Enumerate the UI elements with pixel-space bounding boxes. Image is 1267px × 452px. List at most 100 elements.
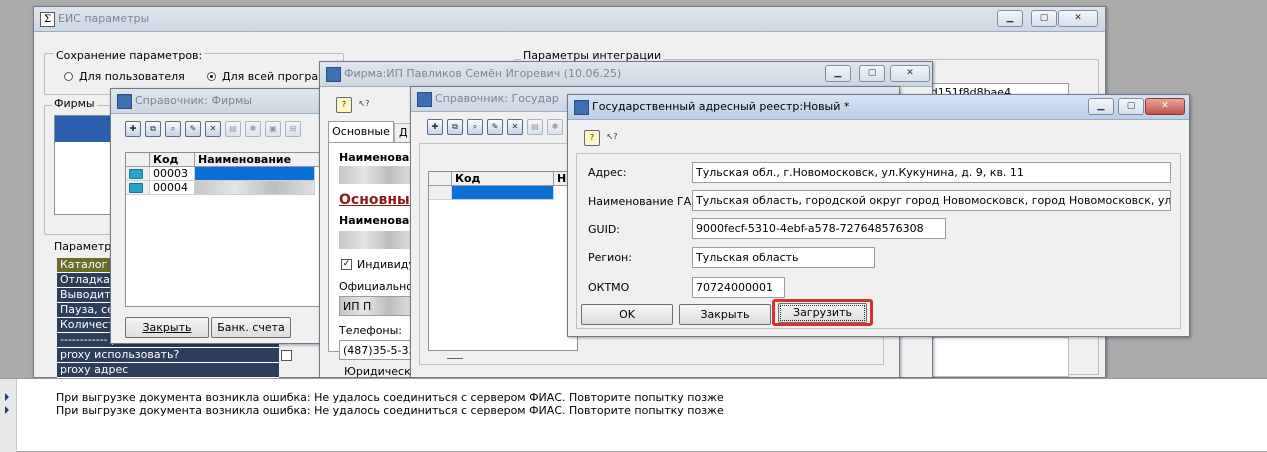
edit-icon[interactable]: ✎ [487,119,503,135]
minimize-icon[interactable]: ▁ [997,10,1023,27]
settings-icon[interactable]: ✱ [547,119,563,135]
filter-icon[interactable]: ▤ [527,119,543,135]
radio-for-user[interactable]: Для пользователя [64,70,185,83]
address-label: Адрес: [588,166,627,179]
official-field[interactable]: ИП П [339,296,414,316]
firms-ref-toolbar: ✚ ⧉ ⌕ ✎ ✕ ▤ ✱ ▣ ⊞ [125,121,301,137]
params-row[interactable]: proxy адрес [57,363,279,378]
guid-field[interactable]: 9000fecf-5310-4ebf-a578-727648576308 [692,218,946,239]
gov-ref-toolbar: ✚ ⧉ ⌕ ✎ ✕ ▤ ✱ [427,119,563,135]
firm-name-cell[interactable] [195,167,315,181]
folder-icon [129,183,143,193]
tab-main-label: Основные [332,125,390,138]
maximize-icon[interactable]: ▢ [1118,98,1144,115]
log-line[interactable]: При выгрузке документа возникла ошибка: … [56,404,724,417]
settings-icon[interactable]: ✱ [245,121,261,137]
col-code-header[interactable]: Код [150,153,195,167]
log-panel: При выгрузке документа возникла ошибка: … [0,378,1267,452]
individual-label: Индивиду [357,258,415,271]
phones-field[interactable]: (487)35-5-33-3 [339,340,414,360]
sigma-app-icon: Σ [40,12,55,27]
bank-accounts-button[interactable]: Банк. счета [211,317,291,338]
new-record-icon[interactable]: ✚ [427,119,443,135]
close-button[interactable]: Закрыть [679,304,771,325]
firms-list[interactable] [54,115,114,215]
name-field-2[interactable] [339,231,414,249]
whats-this-icon[interactable]: ↖? [356,97,372,113]
minimize-icon[interactable]: ▁ [825,65,851,82]
close-icon[interactable]: ✕ [1058,10,1098,27]
log-row-arrow-icon [5,406,9,414]
gov-code-cell[interactable] [452,186,554,200]
gar-form-toolbar: ? ↖? [584,130,620,146]
individual-checkbox[interactable]: ✓ [341,259,352,270]
bank-accounts-label: Банк. счета [217,321,285,334]
firms-selected-row[interactable] [55,116,113,142]
name-field[interactable] [339,166,414,184]
firm-code-cell[interactable]: 00003 [150,167,195,181]
delete-icon[interactable]: ✕ [205,121,221,137]
help-icon[interactable]: ? [336,97,352,113]
new-record-icon[interactable]: ✚ [125,121,141,137]
eis-params-titlebar[interactable]: Σ ЕИС параметры ▁ ▢ ✕ [34,7,1105,32]
close-button-label: Закрыть [142,321,192,334]
radio-for-all[interactable]: Для всей програм [207,70,326,83]
gov-scroll-dash [447,358,463,359]
log-row-arrow-icon [5,393,9,401]
delete-icon[interactable]: ✕ [507,119,523,135]
maximize-icon[interactable]: ▢ [1031,10,1057,27]
proxy-use-checkbox[interactable] [281,350,292,361]
group-icon[interactable]: ⊞ [285,121,301,137]
log-line[interactable]: При выгрузке документа возникла ошибка: … [56,391,724,404]
region-label: Регион: [588,251,632,264]
name-label: Наименован [339,151,417,164]
gov-ref-title: Справочник: Государ [435,92,559,105]
firms-ref-title: Справочник: Фирмы [135,94,253,107]
oktmo-field[interactable]: 70724000001 [692,277,785,298]
close-icon[interactable]: ✕ [1145,98,1185,115]
firms-label: Фирмы [52,97,97,110]
guid-label: GUID: [588,223,620,236]
firm-form-toolbar: ? ↖? [336,97,372,113]
ok-button[interactable]: OK [581,304,673,325]
copy-record-icon[interactable]: ⧉ [145,121,161,137]
maximize-icon[interactable]: ▢ [859,65,885,82]
minimize-icon[interactable]: ▁ [1088,98,1114,115]
params-row[interactable]: proxy использовать? [57,348,279,363]
official-label: Официальное [339,280,420,293]
whats-this-icon[interactable]: ↖? [604,130,620,146]
binoculars-icon [574,100,589,115]
help-icon[interactable]: ? [584,130,600,146]
firm-form-titlebar[interactable]: Фирма:ИП Павликов Семён Игоревич (10.06.… [320,62,932,87]
row-indicator [126,167,150,181]
gov-grid[interactable]: Код Н [428,171,578,351]
radio-icon[interactable] [64,72,73,81]
tab-other-label: Д [399,126,408,139]
radio-for-all-label: Для всей програм [222,70,327,83]
edit-icon[interactable]: ✎ [185,121,201,137]
gar-name-field[interactable]: Тульская область, городской округ город … [692,190,1171,211]
paste-icon[interactable]: ▣ [265,121,281,137]
binoculars-icon [417,92,432,107]
oktmo-label: ОКТМО [588,281,630,294]
tab-main[interactable]: Основные [328,121,394,143]
firm-form-title: Фирма:ИП Павликов Семён Игоревич (10.06.… [344,67,622,80]
region-field[interactable]: Тульская область [692,247,875,268]
close-icon[interactable]: ✕ [890,65,930,82]
find-icon[interactable]: ⌕ [467,119,483,135]
folder-icon [129,169,143,179]
radio-selected-icon[interactable] [207,72,216,81]
filter-icon[interactable]: ▤ [225,121,241,137]
copy-record-icon[interactable]: ⧉ [447,119,463,135]
col-code-header[interactable]: Код [452,172,554,186]
firm-code-cell[interactable]: 00004 [150,181,195,195]
grid-corner [429,172,452,186]
close-button[interactable]: Закрыть [125,317,209,338]
row-indicator [429,186,452,200]
address-field[interactable]: Тульская обл., г.Новомосковск, ул.Кукуни… [692,162,1171,183]
find-icon[interactable]: ⌕ [165,121,181,137]
section-title: Основные [339,192,420,208]
firm-name-cell[interactable] [195,181,315,195]
load-button[interactable]: Загрузить [778,303,867,323]
gar-form-titlebar[interactable]: Государственный адресный реестр:Новый * … [568,95,1189,120]
